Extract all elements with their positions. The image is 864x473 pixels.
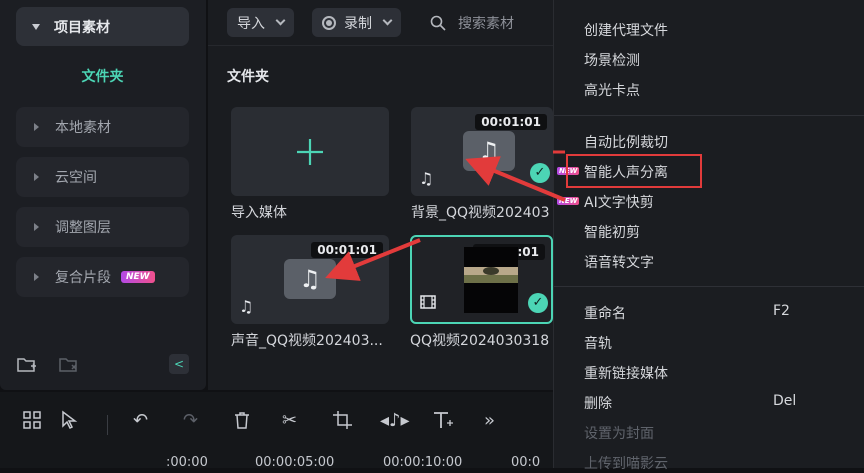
sidebar-item-local-media[interactable]: 本地素材 [16, 107, 189, 147]
menu-item-delete[interactable]: 删除 [584, 393, 612, 413]
sidebar-item-label: 云空间 [55, 170, 97, 186]
context-menu: 创建代理文件 场景检测 高光卡点 自动比例裁切 NEW 智能人声分离 NEW A… [553, 0, 864, 472]
menu-item-smart-cut[interactable]: 智能初剪 [584, 222, 640, 242]
video-type-icon [420, 294, 436, 314]
import-label: 导入 [237, 15, 265, 32]
delete-folder-icon[interactable] [58, 355, 80, 375]
menu-item-upload-cloud: 上传到喵影云 [584, 456, 668, 472]
menu-item-speech-to-text[interactable]: 语音转文字 [584, 252, 654, 272]
menu-item-auto-reframe[interactable]: 自动比例裁切 [584, 132, 668, 152]
text-icon[interactable] [432, 410, 454, 435]
menu-divider [554, 115, 864, 116]
chevron-down-icon [275, 15, 286, 26]
music-note-icon: ♫ [284, 259, 336, 299]
music-note-icon: ♫ [463, 131, 515, 171]
media-tile-audio-bg[interactable]: 00:01:01 ♫ ♫ ✓ [411, 107, 553, 196]
tile-label: 声音_QQ视频202403... [231, 333, 383, 349]
menu-item-beat-sync[interactable]: 高光卡点 [584, 80, 640, 100]
sidebar-item-label: 本地素材 [55, 120, 111, 136]
search-input[interactable]: 搜索素材 [458, 13, 514, 33]
sidebar-item-label: 调整图层 [55, 220, 111, 236]
import-dropdown[interactable]: 导入 [227, 8, 294, 37]
sidebar-item-adjustment-layer[interactable]: 调整图层 [16, 207, 189, 247]
menu-item-set-cover: 设置为封面 [584, 426, 654, 442]
folder-title: 文件夹 [227, 69, 269, 85]
media-tile-video[interactable]: 00:01:01 ✓ [410, 235, 553, 324]
tile-label: 导入媒体 [231, 205, 287, 221]
audio-type-icon: ♫ [419, 169, 434, 188]
video-thumbnail [464, 247, 518, 313]
crop-icon[interactable] [332, 410, 354, 435]
caret-right-icon [34, 123, 39, 131]
sidebar-header-project-media[interactable]: 项目素材 [16, 7, 189, 46]
audio-type-icon: ♫ [239, 297, 254, 316]
more-tools-icon[interactable]: » [484, 410, 495, 431]
redo-icon[interactable]: ↷ [183, 410, 198, 431]
record-label: 录制 [344, 15, 372, 32]
caret-right-icon [34, 273, 39, 281]
menu-item-audio-track[interactable]: 音轨 [584, 333, 612, 353]
duration-badge: 00:01:01 [475, 114, 547, 130]
menu-item-create-proxy[interactable]: 创建代理文件 [584, 20, 668, 40]
record-dropdown[interactable]: 录制 [312, 8, 401, 37]
sidebar-footer [16, 352, 189, 378]
collapse-sidebar-button[interactable]: < [169, 354, 189, 374]
tile-label: QQ视频2024030318 [410, 333, 550, 349]
app-window: 项目素材 文件夹 本地素材 云空间 调整图层 复合片段 NEW < 导入 录制 … [0, 0, 864, 472]
toolbar-divider [107, 415, 108, 435]
tile-label: 背景_QQ视频202403 [411, 205, 550, 221]
media-tile-audio-voice[interactable]: 00:01:01 ♫ ♫ [231, 235, 389, 324]
new-folder-icon[interactable] [16, 355, 38, 375]
sidebar-item-label: 复合片段 [55, 270, 111, 286]
shortcut-rename: F2 [773, 303, 790, 319]
menu-divider [554, 286, 864, 287]
record-icon [322, 15, 336, 30]
chevron-down-icon [382, 15, 393, 26]
sidebar-item-cloud[interactable]: 云空间 [16, 157, 189, 197]
scissors-icon[interactable]: ✂ [282, 410, 297, 431]
caret-right-icon [34, 223, 39, 231]
new-badge: NEW [121, 271, 155, 283]
media-toolbar: 导入 录制 搜索素材 [208, 0, 553, 46]
sidebar-header-label: 项目素材 [54, 19, 110, 36]
undo-icon[interactable]: ↶ [133, 410, 148, 431]
sidebar-folder[interactable]: 文件夹 [16, 62, 189, 92]
layout-grid-icon[interactable] [22, 410, 42, 435]
duration-badge: 00:01:01 [311, 242, 383, 258]
trash-icon[interactable] [232, 410, 252, 435]
select-pointer-icon[interactable] [60, 410, 82, 435]
new-badge: NEW [557, 197, 580, 205]
menu-item-rename[interactable]: 重命名 [584, 303, 626, 323]
plus-icon [297, 139, 323, 165]
audio-adjust-icon[interactable]: ◂♪▸ [380, 410, 410, 431]
menu-item-relink-media[interactable]: 重新链接媒体 [584, 363, 668, 383]
search-box[interactable]: 搜索素材 [430, 8, 514, 37]
caret-down-icon [32, 23, 40, 30]
menu-item-ai-text-edit[interactable]: AI文字快剪 [584, 192, 654, 212]
search-icon [430, 15, 446, 31]
media-panel: 导入 录制 搜索素材 文件夹 导入媒体 00:01:01 ♫ ♫ ✓ 背景_QQ… [208, 0, 553, 390]
sidebar: 项目素材 文件夹 本地素材 云空间 调整图层 复合片段 NEW < [0, 0, 206, 390]
highlight-box [566, 154, 702, 188]
shortcut-delete: Del [773, 393, 797, 409]
added-check-icon: ✓ [528, 293, 548, 313]
added-check-icon: ✓ [530, 163, 550, 183]
menu-item-scene-detect[interactable]: 场景检测 [584, 50, 640, 70]
caret-right-icon [34, 173, 39, 181]
sidebar-item-compound-clip[interactable]: 复合片段 NEW [16, 257, 189, 297]
import-media-tile[interactable] [231, 107, 389, 196]
